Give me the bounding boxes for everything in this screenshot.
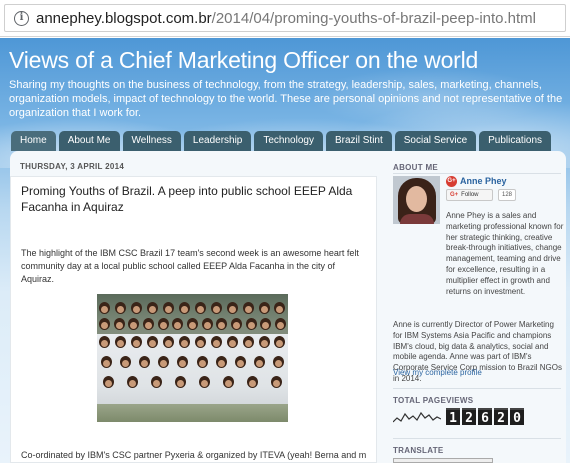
photo-row (97, 376, 288, 388)
blog-title[interactable]: Views of a Chief Marketing Officer on th… (9, 46, 478, 74)
address-bar: i annephey.blogspot.com.br/2014/04/promi… (0, 0, 570, 37)
google-plus-icon: G+ (446, 176, 457, 187)
nav-tabs: Home About Me Wellness Leadership Techno… (11, 131, 552, 151)
post-paragraph: Co-ordinated by IBM's CSC partner Pyxeri… (21, 450, 366, 460)
tab-technology[interactable]: Technology (254, 131, 323, 151)
profile-name[interactable]: Anne Phey (460, 176, 507, 187)
profile-bio: Anne Phey is a sales and marketing profe… (446, 211, 564, 296)
pageviews-heading: TOTAL PAGEVIEWS (393, 396, 474, 405)
tab-brazil-stint[interactable]: Brazil Stint (325, 131, 392, 151)
translate-heading: TRANSLATE (393, 446, 444, 455)
tab-wellness[interactable]: Wellness (122, 131, 181, 151)
post-date: THURSDAY, 3 APRIL 2014 (20, 162, 125, 171)
tab-publications[interactable]: Publications (479, 131, 552, 151)
view-profile-link[interactable]: View my complete profile (393, 368, 482, 378)
blog-description: Sharing my thoughts on the business of t… (9, 79, 563, 119)
url-text[interactable]: annephey.blogspot.com.br/2014/04/proming… (36, 10, 536, 28)
language-select[interactable] (393, 458, 493, 463)
photo-row (97, 302, 288, 314)
divider (393, 388, 561, 389)
url-field[interactable]: i annephey.blogspot.com.br/2014/04/promi… (4, 4, 566, 32)
post-paragraph: The highlight of the IBM CSC Brazil 17 t… (21, 248, 359, 284)
photo-row (97, 356, 288, 368)
tab-about-me[interactable]: About Me (58, 131, 120, 151)
about-me-heading: ABOUT ME (393, 163, 439, 172)
google-plus-icon: G+ (450, 192, 459, 198)
post-title[interactable]: Proming Youths of Brazil. A peep into pu… (21, 183, 371, 215)
tab-leadership[interactable]: Leadership (183, 131, 252, 151)
follow-label: Follow (461, 192, 479, 198)
divider (393, 438, 561, 439)
follow-button[interactable]: G+ Follow (446, 189, 493, 201)
url-host: annephey.blogspot.com.br (36, 10, 212, 27)
photo-row (97, 318, 288, 330)
counter-digit: 0 (510, 408, 524, 426)
photo-ground (97, 404, 288, 422)
photo-row (97, 336, 288, 348)
sparkline-icon (393, 411, 441, 423)
tab-social-service[interactable]: Social Service (394, 131, 477, 151)
group-photo[interactable] (97, 294, 288, 422)
counter-digit: 6 (478, 408, 492, 426)
pageview-counter: 1 2 6 2 0 (393, 408, 524, 426)
counter-digit: 1 (446, 408, 460, 426)
info-icon[interactable]: i (14, 11, 29, 26)
profile-photo[interactable] (393, 176, 440, 224)
counter-digit: 2 (462, 408, 476, 426)
follower-count: 128 (498, 189, 516, 201)
tab-home[interactable]: Home (11, 131, 56, 151)
divider (393, 173, 561, 174)
url-path: /2014/04/proming-youths-of-brazil-peep-i… (211, 10, 537, 27)
counter-digit: 2 (494, 408, 508, 426)
